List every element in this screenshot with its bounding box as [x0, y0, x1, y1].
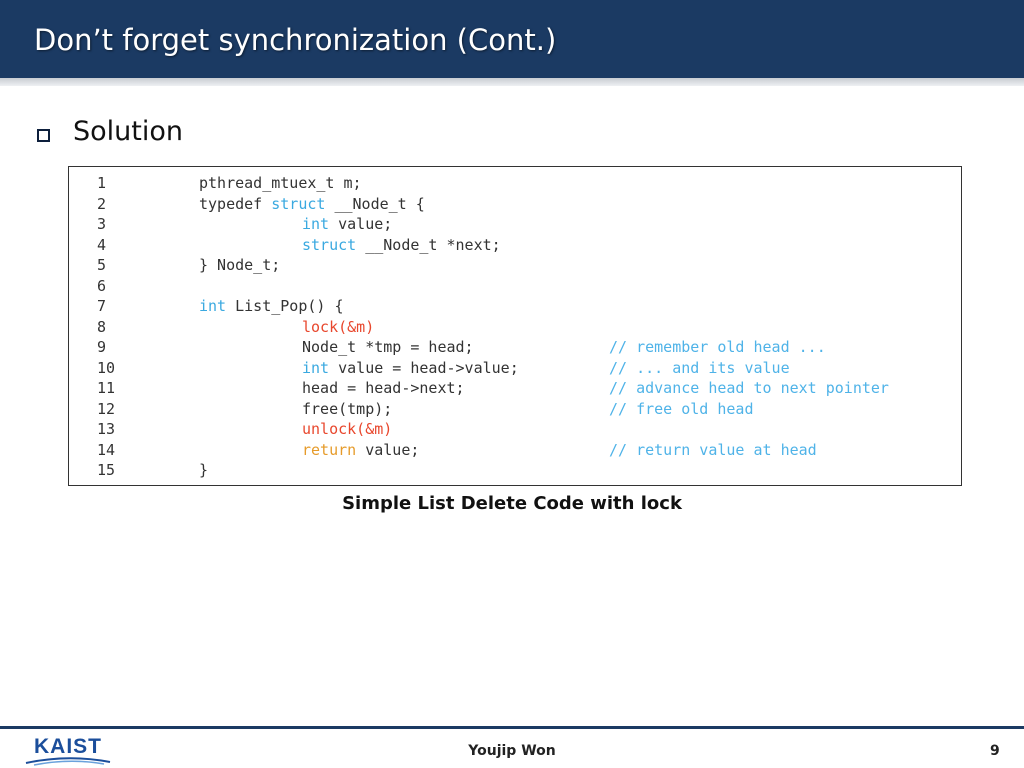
code-comment: // free old head [609, 399, 754, 418]
code-token: int [302, 358, 330, 377]
code-text: head = head->next; [302, 378, 465, 398]
code-token: Node_t *tmp = head; [302, 338, 474, 356]
code-token: unlock(&m) [302, 420, 393, 438]
code-line: 4 struct __Node_t *next; [69, 235, 961, 255]
code-token: struct [271, 194, 326, 213]
code-token: value; [356, 440, 420, 459]
code-token: typedef [199, 194, 272, 213]
code-line: 7 int List_Pop() { [69, 296, 961, 316]
code-token: int [302, 215, 330, 233]
line-number: 9 [97, 338, 107, 356]
line-number: 7 [97, 297, 107, 315]
line-number: 15 [97, 461, 116, 479]
code-text: int value = head->value; [302, 358, 519, 378]
line-number: 10 [97, 358, 116, 377]
code-text: int value; [302, 214, 392, 234]
code-comment: // remember old head ... [609, 338, 826, 356]
code-text: lock(&m) [302, 317, 374, 337]
footer-author: Youjip Won [468, 743, 556, 759]
code-text: } Node_t; [199, 255, 280, 275]
code-line: 6 [69, 276, 961, 296]
code-line: 1 pthread_mtuex_t m; [69, 173, 961, 193]
code-line: 14 return value; // return value at head [69, 440, 961, 460]
code-line: 13 unlock(&m) [69, 419, 961, 439]
hollow-square-bullet-icon [37, 129, 50, 142]
code-token: List_Pop() { [226, 297, 344, 315]
code-text: int List_Pop() { [199, 296, 344, 316]
code-token: lock(&m) [302, 317, 375, 336]
line-number: 13 [97, 420, 116, 438]
line-number: 8 [97, 317, 107, 336]
code-text: Node_t *tmp = head; [302, 337, 474, 357]
slide-title: Don’t forget synchronization (Cont.) [34, 23, 557, 57]
slide-header: Don’t forget synchronization (Cont.) [0, 0, 1024, 78]
code-token: __Node_t { [325, 194, 425, 213]
code-token: head = head->next; [302, 379, 465, 397]
code-token: pthread_mtuex_t m; [199, 174, 362, 192]
line-number: 5 [97, 256, 107, 274]
code-text: struct __Node_t *next; [302, 235, 501, 255]
line-number: 3 [97, 215, 107, 233]
line-number: 14 [97, 440, 116, 459]
header-divider [0, 78, 1024, 86]
code-line: 3 int value; [69, 214, 961, 234]
code-token: } Node_t; [199, 256, 281, 274]
line-number: 2 [97, 194, 107, 213]
code-line: 10 int value = head->value; // ... and its… [69, 358, 961, 378]
code-token: return [302, 440, 357, 459]
code-line: 2 typedef struct __Node_t { [69, 194, 961, 214]
code-line: 12 free(tmp); // free old head [69, 399, 961, 419]
code-line: 15} [69, 460, 961, 480]
code-text: } [199, 460, 208, 480]
code-comment: // return value at head [609, 440, 817, 459]
code-token: free(tmp); [302, 399, 393, 418]
code-token: __Node_t *next; [356, 235, 501, 254]
code-token: value; [329, 215, 393, 233]
line-number: 11 [97, 379, 116, 397]
bullet-heading: Solution [73, 116, 183, 147]
line-number: 6 [97, 276, 107, 295]
code-token: int [199, 297, 227, 315]
code-line: 5 } Node_t; [69, 255, 961, 275]
footer-divider [0, 726, 1024, 729]
code-token: struct [302, 235, 357, 254]
code-text: return value; [302, 440, 419, 460]
code-line: 11 head = head->next; // advance head to n… [69, 378, 961, 398]
page-number: 9 [990, 743, 1000, 759]
line-number: 1 [97, 174, 107, 192]
code-text: typedef struct __Node_t { [199, 194, 425, 214]
code-text: pthread_mtuex_t m; [199, 173, 362, 193]
code-listing: 1 pthread_mtuex_t m; 2 typedef struct __Nod… [68, 166, 962, 486]
code-line: 8 lock(&m) [69, 317, 961, 337]
code-comment: // ... and its value [609, 358, 790, 377]
code-comment: // advance head to next pointer [609, 379, 889, 397]
code-token: } [199, 461, 209, 479]
line-number: 12 [97, 399, 116, 418]
code-text: free(tmp); [302, 399, 392, 419]
code-token: value = head->value; [329, 358, 519, 377]
code-line: 9 Node_t *tmp = head; // remember old head… [69, 337, 961, 357]
code-text: unlock(&m) [302, 419, 392, 439]
line-number: 4 [97, 235, 107, 254]
code-caption: Simple List Delete Code with lock [342, 493, 682, 514]
